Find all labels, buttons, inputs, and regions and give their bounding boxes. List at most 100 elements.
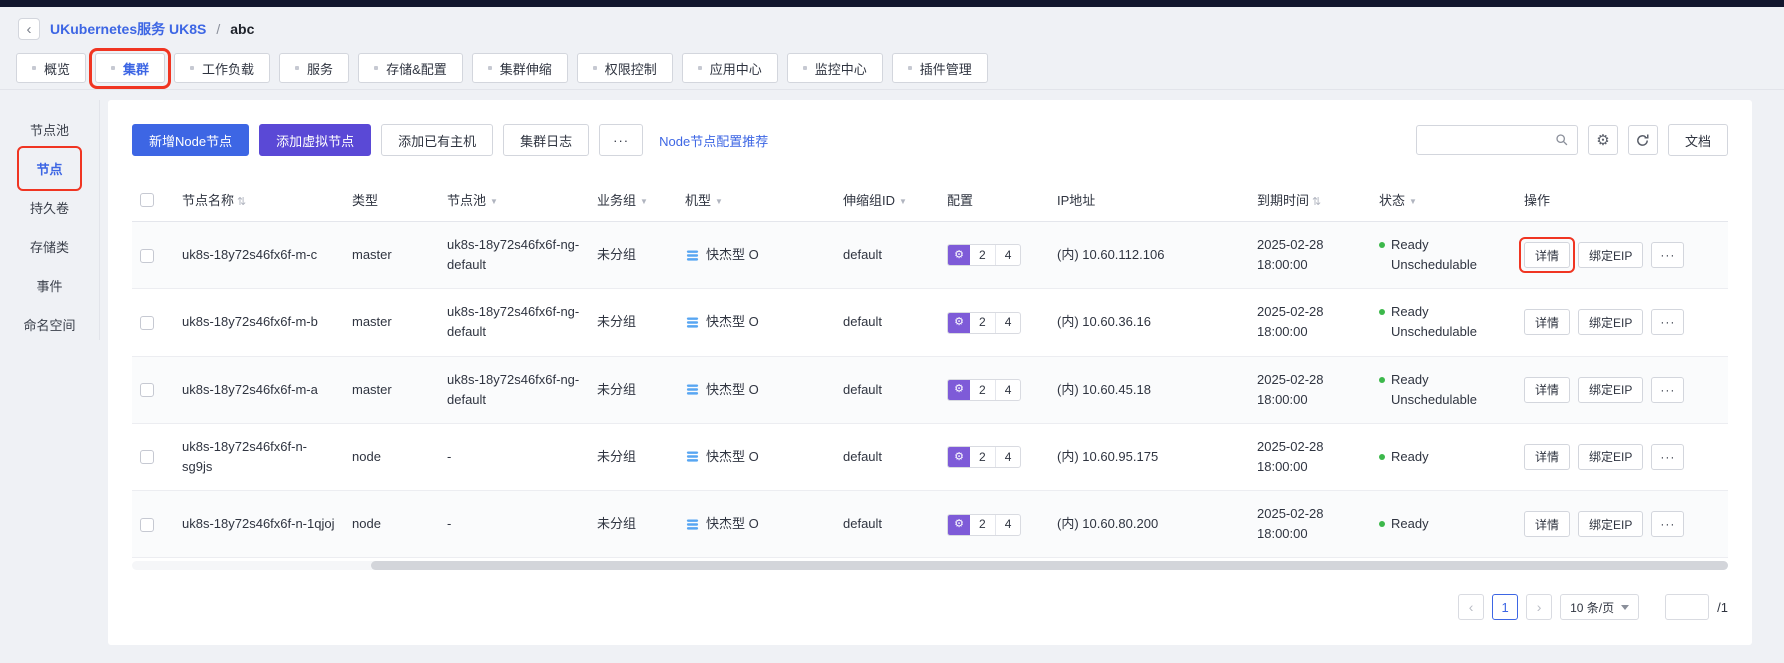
tab-permission[interactable]: 权限控制: [576, 53, 673, 83]
status-extra: Unschedulable: [1391, 324, 1478, 340]
header-config: 配置: [947, 193, 974, 208]
sidebar-item-node[interactable]: 节点: [17, 146, 82, 191]
row-checkbox[interactable]: [140, 248, 154, 263]
tab-plugin-manage[interactable]: 插件管理: [891, 53, 988, 83]
page-jump-input[interactable]: [1665, 594, 1710, 621]
detail-button[interactable]: 详情: [1524, 242, 1571, 269]
back-button[interactable]: ‹: [18, 18, 40, 40]
gear-icon: ⚙: [1596, 132, 1610, 149]
row-more-button[interactable]: ···: [1651, 443, 1685, 470]
row-more-button[interactable]: ···: [1651, 242, 1685, 269]
cluster-tabs: 概览 集群 工作负载 服务 存储&配置 集群伸缩 权限控制 应用中心 监控中心 …: [0, 48, 1784, 90]
bind-eip-button[interactable]: 绑定EIP: [1578, 443, 1644, 470]
filter-icon[interactable]: ▼: [640, 197, 648, 206]
node-type: master: [352, 314, 392, 330]
status-dot-icon: [1379, 521, 1385, 528]
expire-time: 18:00:00: [1257, 526, 1308, 542]
sidebar-item-persistent-volume[interactable]: 持久卷: [24, 188, 75, 227]
biz-group: 未分组: [597, 314, 637, 330]
detail-button[interactable]: 详情: [1524, 443, 1571, 470]
filter-icon[interactable]: ▼: [1409, 197, 1417, 206]
breadcrumb-separator: /: [216, 21, 221, 37]
select-all-checkbox[interactable]: [140, 193, 154, 208]
breadcrumb-current: abc: [230, 21, 255, 37]
header-ip: IP地址: [1057, 193, 1096, 208]
sidebar-item-storage-class[interactable]: 存储类: [24, 227, 75, 266]
row-checkbox[interactable]: [140, 450, 154, 465]
search-box: [1415, 125, 1578, 155]
sort-icon[interactable]: ⇅: [1312, 196, 1321, 208]
bind-eip-button[interactable]: 绑定EIP: [1578, 511, 1644, 538]
tab-service[interactable]: 服务: [279, 53, 350, 83]
doc-button[interactable]: 文档: [1667, 124, 1728, 156]
add-virtual-node-button[interactable]: 添加虚拟节点: [259, 124, 372, 156]
sort-icon[interactable]: ⇅: [237, 196, 246, 208]
bind-eip-button[interactable]: 绑定EIP: [1578, 376, 1644, 403]
machine-type-icon: [686, 451, 699, 463]
config-badge[interactable]: ⚙ 2 4: [947, 513, 1022, 536]
refresh-button[interactable]: [1627, 125, 1658, 155]
status-dot-icon: [1379, 242, 1385, 249]
config-badge[interactable]: ⚙ 2 4: [947, 311, 1022, 334]
node-name: uk8s-18y72s46fx6f-n-1qjoj: [182, 516, 335, 532]
page-total-label: /1: [1717, 599, 1728, 615]
filter-icon[interactable]: ▼: [490, 197, 498, 206]
row-checkbox[interactable]: [140, 383, 154, 398]
detail-button[interactable]: 详情: [1524, 376, 1571, 403]
add-existing-host-button[interactable]: 添加已有主机: [381, 124, 494, 156]
sidebar-item-node-pool[interactable]: 节点池: [24, 110, 75, 149]
status-text: Ready: [1391, 516, 1429, 532]
search-icon[interactable]: [1555, 133, 1569, 147]
scale-group: default: [843, 381, 883, 397]
tab-app-center[interactable]: 应用中心: [681, 53, 778, 83]
breadcrumb-parent-link[interactable]: UKubernetes服务 UK8S: [50, 19, 206, 39]
tab-storage-config[interactable]: 存储&配置: [358, 53, 463, 83]
memory-size: 4: [994, 379, 1021, 400]
add-node-button[interactable]: 新增Node节点: [132, 124, 250, 156]
toolbar-more-button[interactable]: ···: [599, 124, 644, 156]
gear-icon: ⚙: [948, 514, 970, 535]
pagination-next-button[interactable]: ›: [1526, 594, 1553, 621]
table-header-row: 节点名称 ⇅ 类型 节点池 ▼ 业务组 ▼ 机型 ▼ 伸缩组ID ▼ 配置 IP地址 到期…: [132, 178, 1728, 222]
config-badge[interactable]: ⚙ 2 4: [947, 446, 1022, 469]
header-status: 状态: [1379, 193, 1406, 208]
tab-monitor-center[interactable]: 监控中心: [786, 53, 883, 83]
tab-cluster-scaling[interactable]: 集群伸缩: [471, 53, 568, 83]
header-machine-type: 机型: [685, 193, 712, 208]
search-input[interactable]: [1424, 132, 1549, 148]
status-extra: Unschedulable: [1391, 257, 1478, 273]
filter-icon[interactable]: ▼: [899, 197, 907, 206]
table-row: uk8s-18y72s46fx6f-n-sg9js node - 未分组 快杰型…: [132, 423, 1728, 492]
tab-cluster[interactable]: 集群: [89, 48, 172, 89]
config-badge[interactable]: ⚙ 2 4: [947, 378, 1022, 401]
row-more-button[interactable]: ···: [1651, 511, 1685, 538]
refresh-icon: [1637, 134, 1649, 146]
row-more-button[interactable]: ···: [1651, 309, 1685, 336]
bind-eip-button[interactable]: 绑定EIP: [1578, 309, 1644, 336]
sidebar-item-events[interactable]: 事件: [30, 266, 68, 305]
tab-label: 存储&配置: [386, 61, 447, 77]
tab-dot-icon: [697, 66, 702, 70]
node-config-recommend-link[interactable]: Node节点配置推荐: [659, 131, 768, 150]
sidebar-item-namespace[interactable]: 命名空间: [17, 305, 81, 344]
tab-label: 工作负载: [202, 61, 255, 77]
page-size-select[interactable]: 10 条/页: [1560, 594, 1640, 621]
node-type: node: [352, 516, 381, 532]
row-more-button[interactable]: ···: [1651, 376, 1685, 403]
detail-button[interactable]: 详情: [1524, 511, 1571, 538]
row-checkbox[interactable]: [140, 315, 154, 330]
detail-button[interactable]: 详情: [1524, 309, 1571, 336]
scale-group: default: [843, 448, 883, 464]
cluster-log-button[interactable]: 集群日志: [503, 124, 590, 156]
tab-overview[interactable]: 概览: [16, 53, 87, 83]
horizontal-scrollbar-thumb[interactable]: [371, 561, 1728, 571]
chevron-right-icon: ›: [1536, 599, 1542, 616]
display-settings-button[interactable]: ⚙: [1587, 125, 1618, 155]
tab-workload[interactable]: 工作负载: [174, 53, 271, 83]
pagination-page-1[interactable]: 1: [1492, 594, 1519, 621]
filter-icon[interactable]: ▼: [715, 197, 723, 206]
pagination-prev-button[interactable]: ‹: [1458, 594, 1485, 621]
bind-eip-button[interactable]: 绑定EIP: [1578, 242, 1644, 269]
config-badge[interactable]: ⚙ 2 4: [947, 244, 1022, 267]
row-checkbox[interactable]: [140, 517, 154, 532]
